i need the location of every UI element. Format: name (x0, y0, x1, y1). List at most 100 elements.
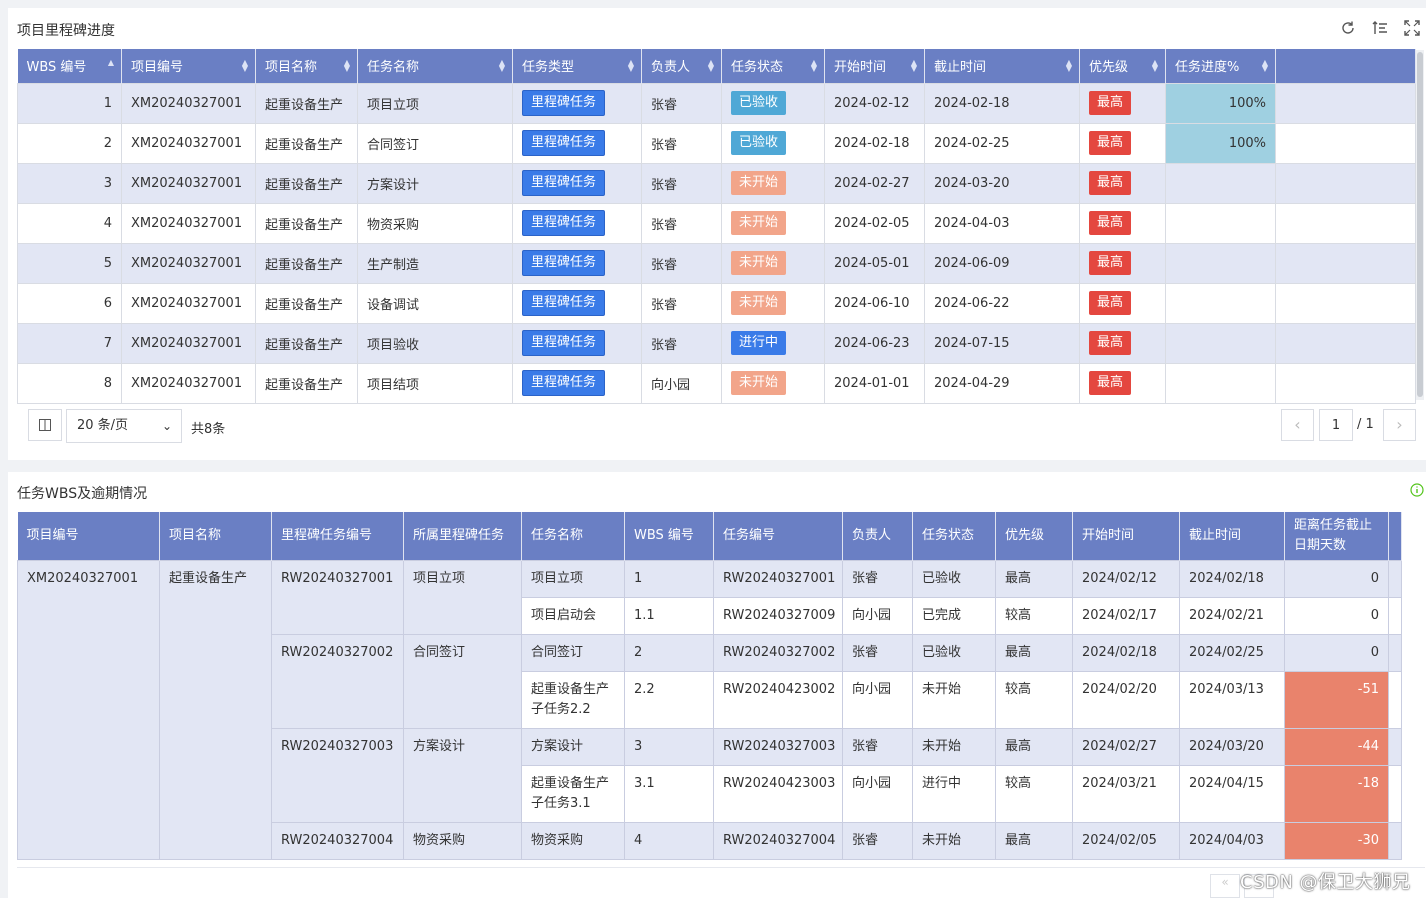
owner-cell: 张睿 (842, 559, 913, 598)
sort-icon[interactable]: ▲ ▼ (811, 58, 817, 72)
column-header[interactable]: 优先级 ▲ ▼ (1079, 49, 1166, 83)
filler-cell (1388, 670, 1402, 729)
wbs-cell: 5 (17, 242, 122, 284)
days-to-deadline-cell: 0 (1284, 633, 1389, 672)
status-badge: 未开始 (731, 171, 787, 195)
owner-cell: 向小园 (641, 362, 722, 404)
current-page-input[interactable]: 1 (1319, 409, 1353, 441)
milestone-name-cell: 方案设计 (403, 727, 522, 823)
owner-cell: 向小园 (842, 764, 913, 823)
column-settings-icon[interactable] (1372, 20, 1388, 36)
days-to-deadline-cell: -51 (1284, 670, 1389, 729)
project-no-cell: XM20240327001 (121, 202, 256, 244)
wbs-cell: 2.2 (624, 670, 714, 729)
owner-cell: 张睿 (842, 821, 913, 860)
table-row[interactable]: XM20240327001 起重设备生产 RW20240327001 项目立项 项目立项… (17, 559, 1402, 860)
end-date-cell: 2024/02/21 (1179, 596, 1285, 635)
task-type-tag: 里程碑任务 (522, 170, 606, 196)
priority-badge: 最高 (1089, 291, 1132, 315)
priority-cell: 最高 (1079, 82, 1166, 124)
status-badge: 未开始 (731, 211, 787, 235)
column-header-label: 项目编号 (131, 60, 184, 76)
sort-icon[interactable]: ▲ ▼ (344, 58, 350, 72)
column-header-label: 开始时间 (834, 60, 887, 76)
filler-cell (1275, 322, 1416, 364)
column-header[interactable]: 项目名称 ▲ ▼ (255, 49, 358, 83)
column-header[interactable]: 任务状态 ▲ ▼ (721, 49, 825, 83)
owner-cell: 张睿 (641, 162, 722, 204)
sort-icon[interactable]: ▲ ▼ (499, 58, 505, 72)
info-icon[interactable] (1410, 483, 1424, 497)
column-header[interactable]: WBS 编号 ▲ (17, 49, 122, 83)
sort-icon[interactable]: ▲ ▼ (628, 58, 634, 72)
wbs-cell: 8 (17, 362, 122, 404)
task-name-cell: 设备调试 (357, 282, 513, 324)
sort-icon[interactable]: ▲ (108, 58, 114, 66)
task-type-cell: 里程碑任务 (512, 202, 642, 244)
filler-cell (1388, 821, 1402, 860)
table-row[interactable]: 6 XM20240327001 起重设备生产 设备调试 里程碑任务 张睿 未开始 2024-0… (17, 282, 1416, 324)
table-row[interactable]: 4 XM20240327001 起重设备生产 物资采购 里程碑任务 张睿 未开始 2024-0… (17, 202, 1416, 244)
filler-cell (1388, 727, 1402, 766)
sort-icon[interactable]: ▲ ▼ (242, 58, 248, 72)
table-row[interactable]: 8 XM20240327001 起重设备生产 项目结项 里程碑任务 向小园 未开始 2024-… (17, 362, 1416, 404)
sort-icon[interactable]: ▲ ▼ (911, 58, 917, 72)
priority-badge: 最高 (1089, 91, 1132, 115)
priority-cell: 最高 (1079, 162, 1166, 204)
status-cell: 未开始 (912, 727, 996, 766)
fullscreen-icon[interactable] (1404, 20, 1420, 36)
prev-page-button[interactable]: ‹ (1281, 409, 1314, 441)
column-header-label: 任务状态 (731, 60, 784, 76)
sort-icon[interactable]: ▲ ▼ (1066, 58, 1072, 72)
table-row[interactable]: 5 XM20240327001 起重设备生产 生产制造 里程碑任务 张睿 未开始 2024-0… (17, 242, 1416, 284)
task-no-cell: RW20240327001 (713, 559, 843, 598)
table-row[interactable]: 3 XM20240327001 起重设备生产 方案设计 里程碑任务 张睿 未开始 2024-0… (17, 162, 1416, 204)
end-date-cell: 2024-03-20 (924, 162, 1080, 204)
table-row[interactable]: 2 XM20240327001 起重设备生产 合同签订 里程碑任务 张睿 已验收 2024-0… (17, 122, 1416, 164)
project-name-cell: 起重设备生产 (255, 282, 358, 324)
task-type-cell: 里程碑任务 (512, 162, 642, 204)
next-page-button[interactable]: › (1383, 409, 1416, 441)
column-header: 任务名称 (521, 512, 625, 560)
start-date-cell: 2024-06-10 (824, 282, 925, 324)
status-badge: 已验收 (731, 91, 787, 115)
column-header-filler (1275, 49, 1416, 83)
project-name-cell: 起重设备生产 (255, 122, 358, 164)
chevron-down-icon: ⌄ (161, 419, 172, 433)
column-toggle-icon[interactable] (28, 409, 62, 441)
table-row[interactable]: 1 XM20240327001 起重设备生产 项目立项 里程碑任务 张睿 已验收 2024-0… (17, 82, 1416, 124)
task-no-cell: RW20240327009 (713, 596, 843, 635)
column-header: 里程碑任务编号 (271, 512, 404, 560)
column-header[interactable]: 任务类型 ▲ ▼ (512, 49, 642, 83)
task-name-cell: 项目结项 (357, 362, 513, 404)
project-name-cell: 起重设备生产 (159, 559, 272, 860)
sort-icon[interactable]: ▲ ▼ (1262, 58, 1268, 72)
column-header[interactable]: 任务名称 ▲ ▼ (357, 49, 513, 83)
start-date-cell: 2024-01-01 (824, 362, 925, 404)
column-header[interactable]: 任务进度% ▲ ▼ (1165, 49, 1276, 83)
refresh-icon[interactable] (1340, 20, 1356, 36)
column-header[interactable]: 项目编号 ▲ ▼ (121, 49, 256, 83)
filler-cell (1388, 764, 1402, 823)
column-header[interactable]: 截止时间 ▲ ▼ (924, 49, 1080, 83)
end-date-cell: 2024-07-15 (924, 322, 1080, 364)
table-row[interactable]: 7 XM20240327001 起重设备生产 项目验收 里程碑任务 张睿 进行中 2024-0… (17, 322, 1416, 364)
page-size-select[interactable]: 20 条/页 ⌄ (66, 409, 182, 443)
column-header-label: 项目名称 (265, 60, 318, 76)
sort-icon[interactable]: ▲ ▼ (708, 58, 714, 72)
start-date-cell: 2024/02/12 (1072, 559, 1180, 598)
sort-icon[interactable]: ▲ ▼ (1152, 58, 1158, 72)
end-date-cell: 2024-04-03 (924, 202, 1080, 244)
column-header[interactable]: 开始时间 ▲ ▼ (824, 49, 925, 83)
column-header[interactable]: 负责人 ▲ ▼ (641, 49, 722, 83)
total-count: 共8条 (191, 422, 226, 437)
first-page-button[interactable]: « (1210, 874, 1240, 898)
filler-cell (1275, 162, 1416, 204)
project-name-cell: 起重设备生产 (255, 202, 358, 244)
wbs-cell: 1 (624, 559, 714, 598)
start-date-cell: 2024/02/27 (1072, 727, 1180, 766)
project-name-cell: 起重设备生产 (255, 82, 358, 124)
project-no-cell: XM20240327001 (121, 242, 256, 284)
owner-cell: 张睿 (641, 242, 722, 284)
vertical-scrollbar[interactable] (1416, 50, 1424, 400)
